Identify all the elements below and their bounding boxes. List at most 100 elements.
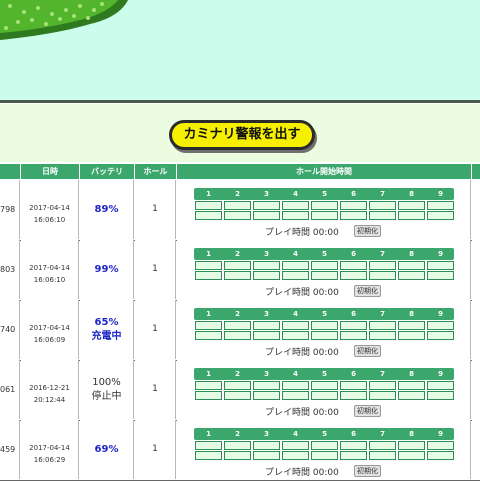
timestamp: 2017-04-14 16:06:10 [21, 180, 79, 239]
cart-id: 798 [0, 180, 20, 239]
hole-number: 9 [438, 310, 443, 318]
hole-time-cell [253, 331, 280, 340]
hole-number: 5 [322, 430, 327, 438]
row-extra-cell [472, 300, 480, 359]
hole-time-cell [282, 381, 309, 390]
hole-time-cell [282, 441, 309, 450]
play-time: プレイ時間 00:00 [265, 408, 339, 418]
battery-status: 充電中 [91, 331, 122, 342]
hole-time-cell [340, 201, 367, 210]
hole-time-cell [398, 451, 425, 460]
hole-time-cell [282, 321, 309, 330]
hole-number: 4 [293, 310, 298, 318]
hole-time-cell [253, 271, 280, 280]
table-row[interactable]: 061 2016-12-21 20:12:44 100% 停止中 1 1 2 3 4 5 6 7 8 9 プレ… [0, 360, 480, 421]
hole-number: 6 [351, 310, 356, 318]
time-text: 16:06:09 [33, 336, 66, 344]
hole-number: 3 [264, 310, 269, 318]
hole-time-cell [195, 451, 222, 460]
header-hole-start: ホール開始時間 [177, 164, 471, 179]
reset-button[interactable]: 初期化 [354, 465, 381, 477]
hole-number: 3 [264, 370, 269, 378]
hole-time-cell [195, 381, 222, 390]
hole-time-cell [340, 451, 367, 460]
hole-time-cell [427, 261, 454, 270]
time-text: 16:06:29 [33, 456, 66, 464]
hole-time-cell [311, 441, 338, 450]
hole-time-cell [195, 261, 222, 270]
hole-time-cell [253, 211, 280, 220]
hole-time-cell [282, 211, 309, 220]
hole-time-cell [398, 211, 425, 220]
hole-start-cell: 1 2 3 4 5 6 7 8 9 プレイ時間 00:00 初期化 [177, 240, 471, 299]
hole-time-cell [398, 331, 425, 340]
hole-number: 8 [409, 430, 414, 438]
hole-time-cell [282, 201, 309, 210]
hole-number: 2 [235, 310, 240, 318]
hole-time-cell [224, 331, 251, 340]
hole-number: 3 [264, 430, 269, 438]
hole-time-cell [195, 321, 222, 330]
battery-level: 69% [94, 444, 119, 455]
hole-time-cell [369, 271, 396, 280]
table-row[interactable]: 740 2017-04-14 16:06:09 65% 充電中 1 1 2 3 4 5 6 7 8 9 プレイ… [0, 300, 480, 361]
hole-time-cell [195, 201, 222, 210]
timestamp: 2017-04-14 16:06:29 [21, 420, 79, 479]
hole-time-row [194, 381, 454, 391]
hole-time-cell [398, 391, 425, 400]
hole-time-cell [282, 331, 309, 340]
hole-time-cell [195, 211, 222, 220]
hole-number: 4 [293, 370, 298, 378]
hole-time-cell [224, 321, 251, 330]
hole-time-cell [253, 441, 280, 450]
hole-number: 4 [293, 190, 298, 198]
hole-number: 4 [293, 430, 298, 438]
header-hole: ホール [135, 164, 176, 179]
table-row[interactable]: 798 2017-04-14 16:06:10 89% 1 1 2 3 4 5 6 7 8 9 プレイ時間 … [0, 180, 480, 241]
table-header: 日時 バッテリ ホール ホール開始時間 [0, 164, 480, 179]
hole-time-cell [253, 201, 280, 210]
battery-level: 100% [92, 377, 121, 388]
hole-number: 3 [264, 250, 269, 258]
hole-number: 1 [206, 190, 211, 198]
hole-number-bar: 1 2 3 4 5 6 7 8 9 [194, 308, 454, 320]
hole-number: 9 [438, 430, 443, 438]
table-row[interactable]: 803 2017-04-14 16:06:10 99% 1 1 2 3 4 5 6 7 8 9 プレイ時間 … [0, 240, 480, 301]
battery-status: 停止中 [91, 391, 122, 402]
hole-time-cell [195, 441, 222, 450]
hole-time-cell [311, 391, 338, 400]
hole-number: 5 [322, 250, 327, 258]
cart-id: 740 [0, 300, 20, 359]
lightning-alert-button[interactable]: カミナリ警報を出す [169, 120, 315, 150]
cart-id: 459 [0, 420, 20, 479]
hole-number: 5 [322, 310, 327, 318]
hole-time-cell [340, 391, 367, 400]
hole-number: 9 [438, 370, 443, 378]
header-battery: バッテリ [80, 164, 134, 179]
hole-number: 7 [380, 310, 385, 318]
hole-number: 8 [409, 190, 414, 198]
hole-number-bar: 1 2 3 4 5 6 7 8 9 [194, 428, 454, 440]
hole-time-cell [311, 201, 338, 210]
cart-id: 803 [0, 240, 20, 299]
date-text: 2017-04-14 [29, 444, 70, 452]
hole-number: 7 [380, 430, 385, 438]
hole-time-cell [398, 271, 425, 280]
reset-button[interactable]: 初期化 [354, 285, 381, 297]
table-row[interactable]: 459 2017-04-14 16:06:29 69% 1 1 2 3 4 5 6 7 8 9 プレイ時間 … [0, 420, 480, 481]
hole-start-cell: 1 2 3 4 5 6 7 8 9 プレイ時間 00:00 初期化 [177, 360, 471, 419]
hole-time-cell [253, 391, 280, 400]
hole-start-cell: 1 2 3 4 5 6 7 8 9 プレイ時間 00:00 初期化 [177, 300, 471, 359]
reset-button[interactable]: 初期化 [354, 405, 381, 417]
play-time: プレイ時間 00:00 [265, 228, 339, 238]
timestamp: 2017-04-14 16:06:09 [21, 300, 79, 359]
reset-button[interactable]: 初期化 [354, 345, 381, 357]
time-text: 16:06:10 [33, 216, 66, 224]
hole-number: 6 [351, 370, 356, 378]
time-text: 20:12:44 [33, 396, 66, 404]
reset-button[interactable]: 初期化 [354, 225, 381, 237]
hole-time-cell [282, 271, 309, 280]
hole-time-cell [311, 321, 338, 330]
hole-time-cell [253, 451, 280, 460]
hole-time-cell [282, 261, 309, 270]
